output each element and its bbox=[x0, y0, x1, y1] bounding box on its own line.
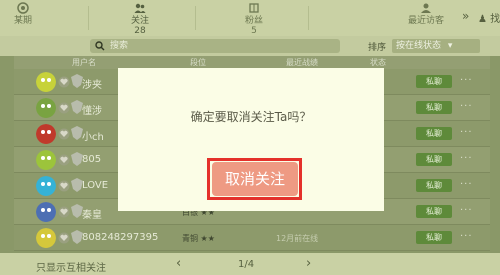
dialog-message: 确定要取消关注Ta吗？ bbox=[190, 110, 312, 124]
highlight-box bbox=[207, 158, 302, 200]
